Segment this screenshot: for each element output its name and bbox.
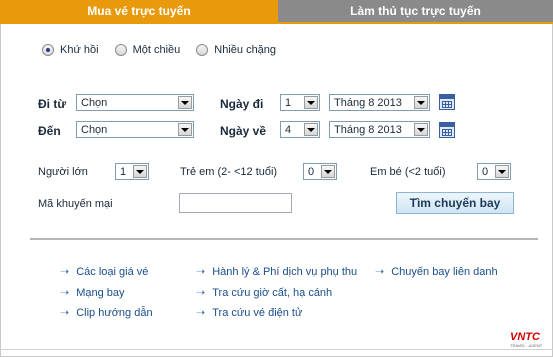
logo-text: VNTC [510,331,540,343]
bottom-border [0,349,553,350]
to-label: Đến [38,124,61,138]
link-eticket-lookup[interactable]: ➝ Tra cứu vé điện tử [196,306,303,320]
return-month-select[interactable]: Tháng 8 2013 [329,121,430,138]
to-select[interactable]: Chọn [76,121,194,138]
logo-subtext: TRAVEL · AGENT [510,343,543,348]
to-select-value: Chọn [81,123,108,136]
link-flight-times-label: Tra cứu giờ cất, hạ cánh [212,286,333,299]
radio-one-way[interactable]: Một chiều [114,44,181,56]
adult-count-value: 1 [120,165,127,178]
depart-month-value: Tháng 8 2013 [334,96,402,109]
chevron-down-icon [178,96,192,109]
promo-code-label: Mã khuyến mại [38,198,113,210]
trip-type-group: Khứ hồi Một chiều Nhiều chặng [42,44,292,56]
link-guide-clip[interactable]: ➝ Clip hướng dẫn [60,306,153,320]
return-day-select[interactable]: 4 [280,121,320,138]
depart-month-select[interactable]: Tháng 8 2013 [329,94,430,111]
link-fare-types-label: Các loại giá vé [76,265,149,278]
chevron-down-icon [495,165,509,178]
depart-date-label: Ngày đi [220,97,264,111]
radio-round-trip-circle[interactable] [42,44,54,56]
infant-count-select[interactable]: 0 [477,163,511,180]
return-month-value: Tháng 8 2013 [334,123,402,136]
link-baggage-fees-label: Hành lý & Phí dịch vụ phụ thu [212,265,358,278]
return-date-label: Ngày về [220,124,267,138]
arrow-right-icon: ➝ [60,307,70,319]
chevron-down-icon [321,165,335,178]
radio-multi-city[interactable]: Nhiều chặng [196,44,276,56]
vntc-logo: VNTC TRAVEL · AGENT [510,331,550,355]
link-route-map[interactable]: ➝ Mạng bay [60,286,125,300]
radio-multi-city-label: Nhiều chặng [214,44,277,56]
from-select[interactable]: Chọn [76,94,194,111]
from-label: Đi từ [38,97,67,111]
child-count-select[interactable]: 0 [303,163,337,180]
radio-round-trip-label: Khứ hồi [60,44,99,56]
link-eticket-lookup-label: Tra cứu vé điện tử [212,306,303,319]
infant-label: Em bé (<2 tuổi) [370,166,446,178]
chevron-down-icon [414,123,428,136]
arrow-right-icon: ➝ [60,287,70,299]
return-day-value: 4 [285,123,292,136]
link-guide-clip-label: Clip hướng dẫn [76,306,153,319]
calendar-icon[interactable] [439,94,455,110]
arrow-right-icon: ➝ [375,266,385,278]
radio-multi-city-circle[interactable] [196,44,209,56]
link-codeshare-flights-label: Chuyến bay liên danh [391,265,498,278]
infant-count-value: 0 [482,165,489,178]
radio-round-trip[interactable]: Khứ hồi [42,44,99,56]
adult-label: Người lớn [38,166,88,178]
promo-code-input[interactable] [179,193,292,213]
child-count-value: 0 [308,165,315,178]
link-baggage-fees[interactable]: ➝ Hành lý & Phí dịch vụ phụ thu [196,265,358,279]
link-codeshare-flights[interactable]: ➝ Chuyến bay liên danh [375,265,498,279]
chevron-down-icon [304,123,318,136]
calendar-icon[interactable] [439,122,455,138]
tab-underline [0,22,553,24]
link-route-map-label: Mạng bay [76,286,125,299]
adult-count-select[interactable]: 1 [115,163,149,180]
depart-day-select[interactable]: 1 [280,94,320,111]
tab-checkin[interactable]: Làm thủ tục trực tuyến [278,0,553,22]
chevron-down-icon [133,165,147,178]
arrow-right-icon: ➝ [60,266,70,278]
link-flight-times[interactable]: ➝ Tra cứu giờ cất, hạ cánh [196,286,333,300]
arrow-right-icon: ➝ [196,266,206,278]
child-label: Trẻ em (2- <12 tuổi) [180,166,278,178]
link-fare-types[interactable]: ➝ Các loại giá vé [60,265,149,279]
tab-booking[interactable]: Mua vé trực tuyến [0,0,278,22]
chevron-down-icon [414,96,428,109]
depart-day-value: 1 [285,96,292,109]
chevron-down-icon [178,123,192,136]
chevron-down-icon [304,96,318,109]
radio-one-way-circle[interactable] [114,44,127,56]
divider [30,238,538,240]
arrow-right-icon: ➝ [196,287,206,299]
search-flights-button[interactable]: Tìm chuyến bay [396,192,514,214]
arrow-right-icon: ➝ [196,307,206,319]
radio-one-way-label: Một chiều [132,44,181,56]
from-select-value: Chọn [81,96,108,109]
